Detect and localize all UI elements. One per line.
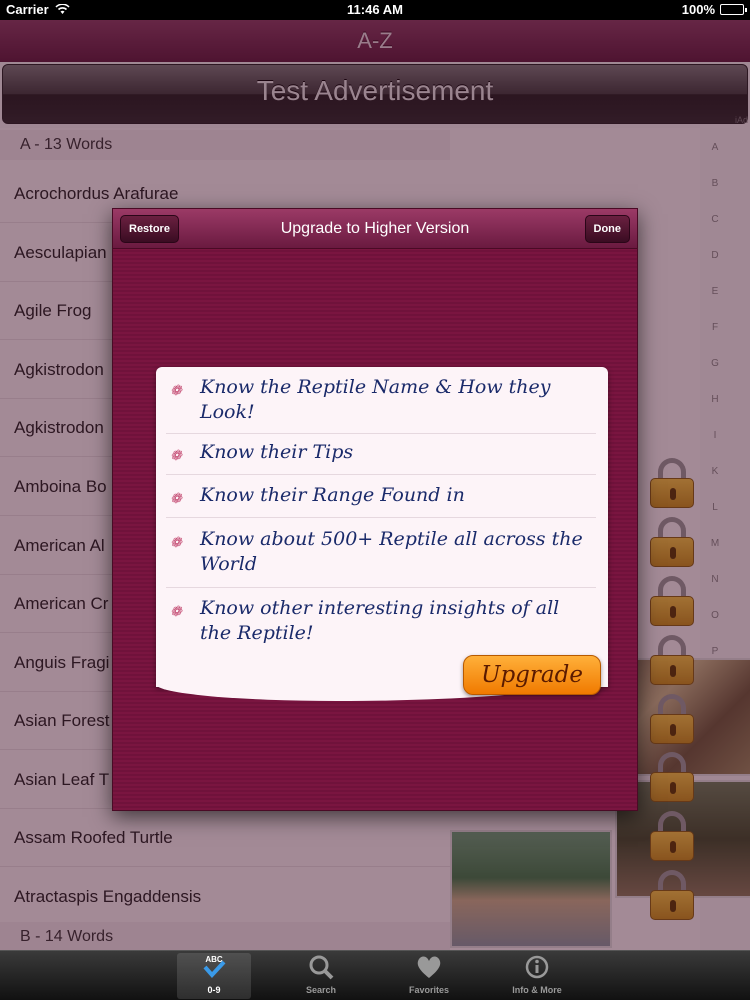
tab-bar: ABC 0-9 Search Favorites Info & More (0, 950, 750, 1000)
battery-icon (720, 4, 747, 15)
svg-text:ABC: ABC (205, 955, 223, 964)
features-card: ❁ Know the Reptile Name & How they Look!… (156, 367, 608, 701)
divider (166, 587, 596, 588)
flower-bullet-icon: ❁ (170, 535, 182, 551)
feature-item: ❁ Know the Reptile Name & How they Look! (170, 376, 551, 423)
search-icon (284, 953, 358, 983)
time-label: 11:46 AM (347, 2, 403, 17)
feature-item: ❁ Know other interesting insights of all… (170, 597, 560, 644)
upgrade-dialog: Upgrade to Higher Version Restore Done ❁… (112, 208, 638, 811)
flower-bullet-icon: ❁ (170, 491, 182, 507)
divider (166, 517, 596, 518)
divider (166, 433, 596, 434)
flower-bullet-icon: ❁ (170, 383, 182, 399)
battery-percent: 100% (681, 2, 715, 17)
flower-bullet-icon: ❁ (170, 604, 182, 620)
divider (166, 474, 596, 475)
abc-check-icon: ABC (177, 953, 251, 983)
status-bar: Carrier 11:46 AM 100% (0, 0, 750, 20)
feature-item: ❁ Know about 500+ Reptile all across the… (170, 528, 583, 575)
flower-bullet-icon: ❁ (170, 448, 182, 464)
done-button[interactable]: Done (584, 215, 630, 243)
restore-button[interactable]: Restore (120, 215, 179, 243)
upgrade-button[interactable]: Upgrade (463, 655, 601, 695)
info-icon (500, 953, 574, 983)
dialog-title: Upgrade to Higher Version (280, 220, 470, 237)
tab-favorites[interactable]: Favorites (392, 953, 466, 999)
heart-icon (392, 953, 466, 983)
dialog-header: Upgrade to Higher Version Restore Done (113, 209, 637, 249)
feature-item: ❁ Know their Tips (170, 440, 594, 465)
tab-info-more[interactable]: Info & More (500, 953, 574, 999)
feature-item: ❁ Know their Range Found in (170, 483, 594, 508)
tab-search[interactable]: Search (284, 953, 358, 999)
tab-0-9[interactable]: ABC 0-9 (177, 953, 251, 999)
